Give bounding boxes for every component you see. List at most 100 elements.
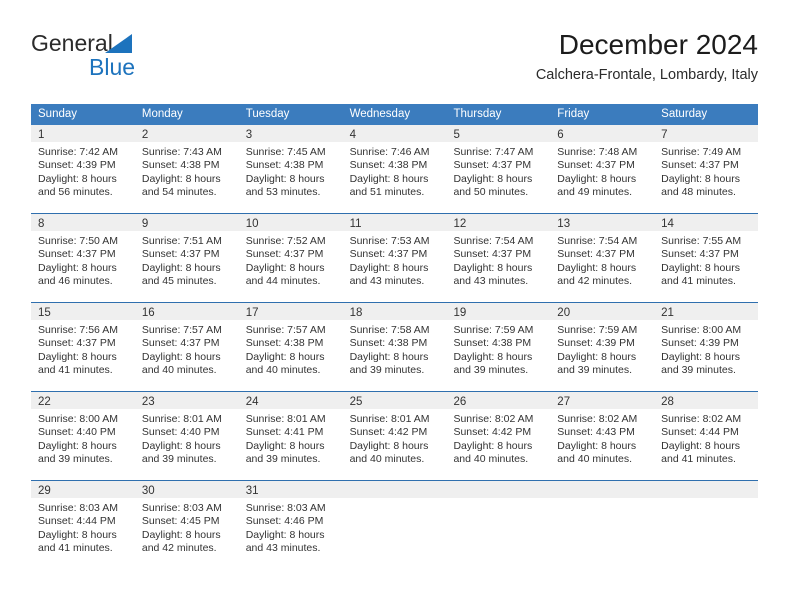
day-cell[interactable]: 22 Sunrise: 8:00 AM Sunset: 4:40 PM Dayligh… [31, 392, 135, 480]
day-cell[interactable]: 31 Sunrise: 8:03 AM Sunset: 4:46 PM Dayligh… [238, 481, 343, 569]
day-cell[interactable]: 30 Sunrise: 8:03 AM Sunset: 4:45 PM Dayligh… [134, 481, 239, 569]
sunrise-time: Sunrise: 8:01 AM [245, 413, 326, 425]
day-cell[interactable]: 14 Sunrise: 7:55 AM Sunset: 4:37 PM Dayligh… [654, 214, 759, 302]
sunrise-time: Sunrise: 7:52 AM [245, 235, 326, 247]
daylight-duration-line2: and 39 minutes. [557, 364, 633, 377]
day-cell[interactable]: 19 Sunrise: 7:59 AM Sunset: 4:38 PM Dayligh… [446, 303, 551, 391]
daylight-duration-line2: and 45 minutes. [141, 275, 217, 288]
sunrise-time: Sunrise: 7:55 AM [661, 235, 742, 247]
day-cell[interactable]: 29 Sunrise: 8:03 AM Sunset: 4:44 PM Dayligh… [31, 481, 135, 569]
sunset-time: Sunset: 4:37 PM [38, 337, 116, 350]
day-details: Sunrise: 7:59 AM Sunset: 4:38 PM Daylight:… [446, 320, 550, 378]
sunrise-time: Sunrise: 7:51 AM [141, 235, 222, 247]
daylight-duration-line2: and 42 minutes. [141, 542, 217, 555]
day-cell[interactable]: 26 Sunrise: 8:02 AM Sunset: 4:42 PM Dayligh… [446, 392, 551, 480]
daylight-duration-line2: and 43 minutes. [349, 275, 425, 288]
day-cell-empty [654, 481, 759, 569]
day-cell[interactable]: 4 Sunrise: 7:46 AM Sunset: 4:38 PM Daylight… [342, 125, 447, 213]
day-cell[interactable]: 18 Sunrise: 7:58 AM Sunset: 4:38 PM Dayligh… [342, 303, 447, 391]
sunset-time: Sunset: 4:39 PM [557, 337, 635, 350]
day-details: Sunrise: 7:47 AM Sunset: 4:37 PM Daylight:… [446, 142, 550, 200]
daylight-duration-line1: Daylight: 8 hours [141, 261, 221, 274]
day-details: Sunrise: 7:48 AM Sunset: 4:37 PM Daylight:… [550, 142, 654, 200]
sunset-time: Sunset: 4:40 PM [141, 426, 220, 439]
day-number: 18 [349, 307, 363, 319]
day-details: Sunrise: 7:50 AM Sunset: 4:37 PM Daylight:… [31, 231, 135, 289]
brand-logo[interactable]: General Blue [31, 30, 231, 88]
day-number: 4 [349, 129, 356, 141]
day-cell[interactable]: 21 Sunrise: 8:00 AM Sunset: 4:39 PM Dayligh… [654, 303, 759, 391]
weekday-header-thursday: Thursday [453, 108, 502, 120]
day-cell[interactable]: 9 Sunrise: 7:51 AM Sunset: 4:37 PM Daylight… [134, 214, 239, 302]
day-number: 14 [661, 218, 674, 230]
day-number: 29 [38, 485, 51, 497]
day-details: Sunrise: 7:42 AM Sunset: 4:39 PM Daylight:… [31, 142, 135, 200]
sunrise-time: Sunrise: 7:57 AM [141, 324, 222, 336]
daylight-duration-line2: and 39 minutes. [141, 453, 217, 466]
day-cell[interactable]: 23 Sunrise: 8:01 AM Sunset: 4:40 PM Dayligh… [134, 392, 239, 480]
day-number-band: 10 [238, 214, 343, 231]
day-details: Sunrise: 7:59 AM Sunset: 4:39 PM Daylight:… [550, 320, 654, 378]
day-cell[interactable]: 10 Sunrise: 7:52 AM Sunset: 4:37 PM Dayligh… [238, 214, 343, 302]
day-cell[interactable]: 3 Sunrise: 7:45 AM Sunset: 4:38 PM Daylight… [238, 125, 343, 213]
sunrise-time: Sunrise: 8:02 AM [453, 413, 534, 425]
day-cell[interactable]: 24 Sunrise: 8:01 AM Sunset: 4:41 PM Dayligh… [238, 392, 343, 480]
sunrise-time: Sunrise: 7:45 AM [245, 146, 326, 158]
day-number: 26 [453, 396, 467, 408]
day-number-band: 24 [238, 392, 343, 409]
day-number: 27 [557, 396, 571, 408]
day-number: 16 [141, 307, 155, 319]
daylight-duration-line2: and 43 minutes. [245, 542, 321, 555]
daylight-duration-line2: and 56 minutes. [38, 186, 113, 199]
day-number-band: 6 [550, 125, 655, 142]
sunset-time: Sunset: 4:37 PM [349, 248, 428, 261]
day-cell[interactable]: 16 Sunrise: 7:57 AM Sunset: 4:37 PM Dayligh… [134, 303, 239, 391]
sunset-time: Sunset: 4:40 PM [38, 426, 116, 439]
day-cell[interactable]: 11 Sunrise: 7:53 AM Sunset: 4:37 PM Dayligh… [342, 214, 447, 302]
daylight-duration-line2: and 46 minutes. [38, 275, 113, 288]
day-number-band: 4 [342, 125, 447, 142]
daylight-duration-line1: Daylight: 8 hours [661, 439, 740, 452]
day-cell[interactable]: 17 Sunrise: 7:57 AM Sunset: 4:38 PM Dayligh… [238, 303, 343, 391]
daylight-duration-line2: and 40 minutes. [141, 364, 217, 377]
daylight-duration-line2: and 44 minutes. [245, 275, 321, 288]
day-cell[interactable]: 1 Sunrise: 7:42 AM Sunset: 4:39 PM Daylight… [31, 125, 135, 213]
day-cell[interactable]: 13 Sunrise: 7:54 AM Sunset: 4:37 PM Dayligh… [550, 214, 655, 302]
day-number-band: 5 [446, 125, 551, 142]
day-number-band: 19 [446, 303, 551, 320]
sunrise-time: Sunrise: 8:02 AM [557, 413, 638, 425]
day-cell[interactable]: 8 Sunrise: 7:50 AM Sunset: 4:37 PM Daylight… [31, 214, 135, 302]
day-number: 24 [245, 396, 259, 408]
day-cell[interactable]: 5 Sunrise: 7:47 AM Sunset: 4:37 PM Daylight… [446, 125, 551, 213]
day-number: 20 [557, 307, 571, 319]
sunset-time: Sunset: 4:45 PM [141, 515, 220, 528]
daylight-duration-line1: Daylight: 8 hours [245, 528, 325, 541]
daylight-duration-line1: Daylight: 8 hours [557, 261, 637, 274]
daylight-duration-line1: Daylight: 8 hours [661, 261, 740, 274]
sunset-time: Sunset: 4:39 PM [661, 337, 739, 350]
daylight-duration-line1: Daylight: 8 hours [661, 350, 740, 363]
day-details: Sunrise: 7:57 AM Sunset: 4:37 PM Daylight:… [135, 320, 239, 378]
day-cell[interactable]: 7 Sunrise: 7:49 AM Sunset: 4:37 PM Daylight… [654, 125, 759, 213]
sunset-time: Sunset: 4:37 PM [661, 159, 739, 172]
day-number-band: 8 [31, 214, 135, 231]
day-cell[interactable]: 27 Sunrise: 8:02 AM Sunset: 4:43 PM Dayligh… [550, 392, 655, 480]
sunrise-time: Sunrise: 7:57 AM [245, 324, 326, 336]
daylight-duration-line2: and 42 minutes. [557, 275, 633, 288]
day-number-band [654, 481, 759, 498]
daylight-duration-line1: Daylight: 8 hours [141, 172, 221, 185]
day-cell[interactable]: 25 Sunrise: 8:01 AM Sunset: 4:42 PM Dayligh… [342, 392, 447, 480]
daylight-duration-line1: Daylight: 8 hours [245, 439, 325, 452]
sunrise-time: Sunrise: 7:59 AM [557, 324, 638, 336]
daylight-duration-line1: Daylight: 8 hours [141, 439, 221, 452]
day-cell[interactable]: 2 Sunrise: 7:43 AM Sunset: 4:38 PM Daylight… [134, 125, 239, 213]
day-cell[interactable]: 20 Sunrise: 7:59 AM Sunset: 4:39 PM Dayligh… [550, 303, 655, 391]
day-cell[interactable]: 28 Sunrise: 8:02 AM Sunset: 4:44 PM Dayligh… [654, 392, 759, 480]
day-cell[interactable]: 15 Sunrise: 7:56 AM Sunset: 4:37 PM Dayligh… [31, 303, 135, 391]
day-cell[interactable]: 6 Sunrise: 7:48 AM Sunset: 4:37 PM Daylight… [550, 125, 655, 213]
day-number-band: 23 [134, 392, 239, 409]
sunrise-time: Sunrise: 8:00 AM [38, 413, 118, 425]
day-cell[interactable]: 12 Sunrise: 7:54 AM Sunset: 4:37 PM Dayligh… [446, 214, 551, 302]
sunrise-time: Sunrise: 7:53 AM [349, 235, 430, 247]
day-details: Sunrise: 7:46 AM Sunset: 4:38 PM Daylight:… [343, 142, 447, 200]
